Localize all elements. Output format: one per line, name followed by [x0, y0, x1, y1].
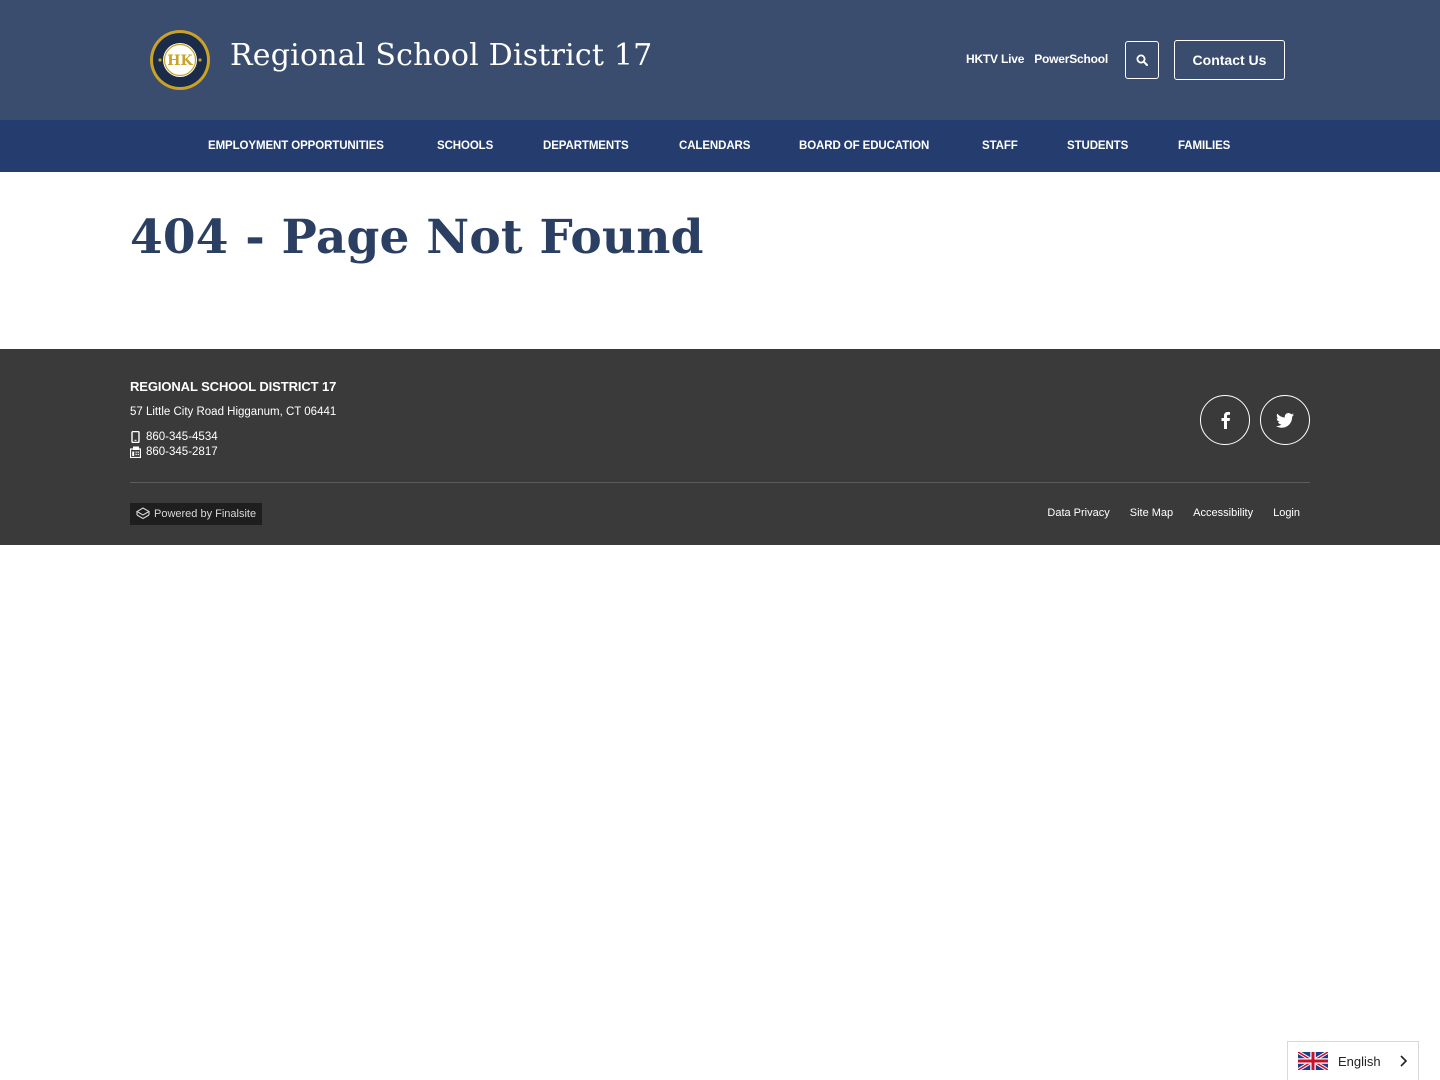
- footer-fax: 860-345-2817: [130, 446, 218, 458]
- nav-item-calendars[interactable]: CALENDARS: [679, 120, 750, 172]
- footer-link-accessibility[interactable]: Accessibility: [1193, 507, 1253, 519]
- chevron-right-icon: [1400, 1055, 1408, 1067]
- page-title: 404 - Page Not Found: [130, 210, 704, 265]
- footer-divider: [130, 482, 1310, 483]
- facebook-icon: [1221, 412, 1230, 429]
- logo-monogram: HK: [167, 53, 193, 69]
- powered-by-label: Powered by Finalsite: [154, 508, 257, 520]
- language-selector[interactable]: English: [1287, 1041, 1419, 1080]
- nav-item-employment[interactable]: EMPLOYMENT OPPORTUNITIES: [208, 120, 384, 172]
- footer-phone[interactable]: 860-345-4534: [130, 431, 218, 443]
- uk-flag-icon: [1298, 1052, 1328, 1070]
- search-button[interactable]: [1125, 41, 1159, 79]
- finalsite-logo-icon: [136, 507, 150, 520]
- nav-item-staff[interactable]: STAFF: [982, 120, 1018, 172]
- district-seal-icon[interactable]: HK: [149, 29, 211, 91]
- nav-item-students[interactable]: STUDENTS: [1067, 120, 1128, 172]
- quick-link-powerschool[interactable]: PowerSchool: [1034, 52, 1108, 66]
- phone-icon: [131, 431, 140, 443]
- footer-fax-number: 860-345-2817: [146, 446, 218, 458]
- facebook-button[interactable]: [1200, 395, 1250, 445]
- footer-link-site-map[interactable]: Site Map: [1130, 507, 1173, 519]
- nav-item-board-of-education[interactable]: BOARD OF EDUCATION: [799, 120, 929, 172]
- quick-link-hktv-live[interactable]: HKTV Live: [966, 52, 1024, 66]
- twitter-icon: [1276, 412, 1294, 428]
- footer-address[interactable]: 57 Little City Road Higganum, CT 06441: [130, 406, 336, 418]
- twitter-button[interactable]: [1260, 395, 1310, 445]
- contact-us-button[interactable]: Contact Us: [1174, 40, 1285, 80]
- footer-org-name: REGIONAL SCHOOL DISTRICT 17: [130, 379, 337, 394]
- powered-by-finalsite[interactable]: Powered by Finalsite: [130, 503, 262, 525]
- fax-icon: [130, 446, 141, 458]
- site-title[interactable]: Regional School District 17: [230, 38, 652, 73]
- nav-item-departments[interactable]: DEPARTMENTS: [543, 120, 629, 172]
- nav-item-schools[interactable]: SCHOOLS: [437, 120, 493, 172]
- search-icon: [1136, 54, 1148, 66]
- site-header: HK Regional School District 17 HKTV Live…: [0, 0, 1440, 120]
- language-label: English: [1338, 1053, 1381, 1069]
- footer-phone-number: 860-345-4534: [146, 431, 218, 443]
- footer-links: Data Privacy Site Map Accessibility Logi…: [1047, 507, 1300, 519]
- nav-item-families[interactable]: FAMILIES: [1178, 120, 1230, 172]
- site-footer: REGIONAL SCHOOL DISTRICT 17 57 Little Ci…: [0, 349, 1440, 545]
- quick-links: HKTV Live PowerSchool: [966, 52, 1108, 66]
- footer-link-login[interactable]: Login: [1273, 507, 1300, 519]
- main-nav: EMPLOYMENT OPPORTUNITIES SCHOOLS DEPARTM…: [0, 120, 1440, 172]
- footer-link-data-privacy[interactable]: Data Privacy: [1047, 507, 1109, 519]
